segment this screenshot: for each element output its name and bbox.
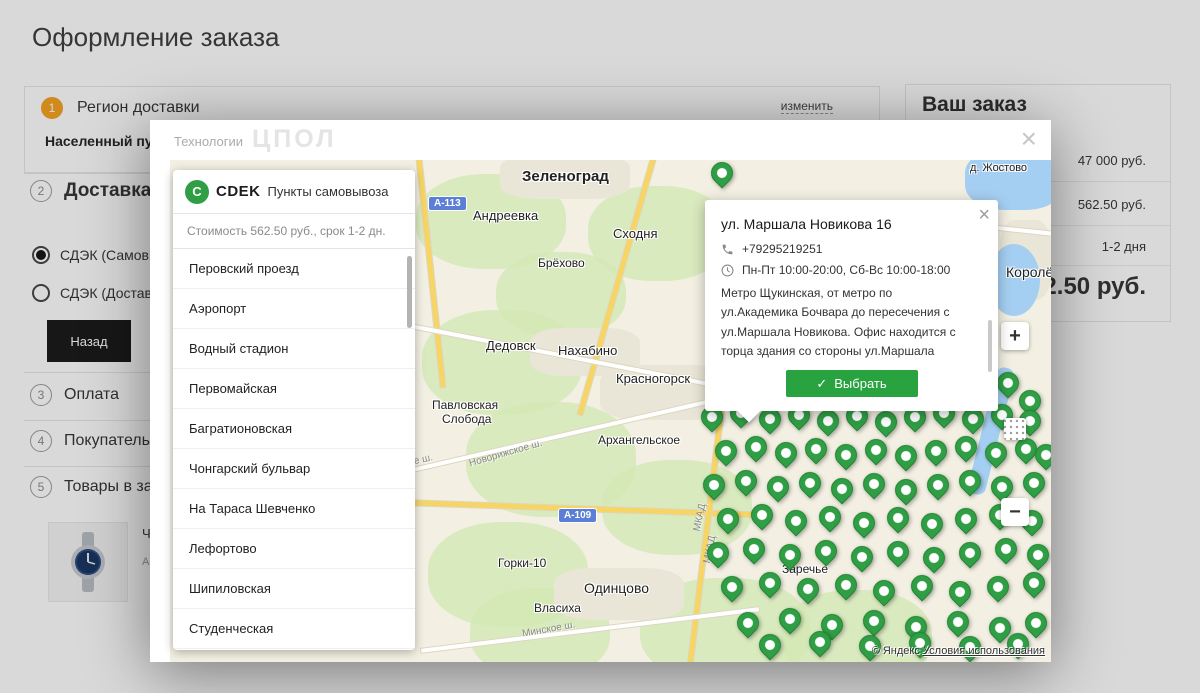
- pickup-panel-header: C CDEK Пункты самовывоза: [173, 170, 415, 214]
- pickup-list-item[interactable]: На Тараса Шевченко: [173, 489, 415, 529]
- pickup-list-item[interactable]: Первомайская: [173, 369, 415, 409]
- popup-hours: Пн-Пт 10:00-20:00, Сб-Вс 10:00-18:00: [742, 263, 950, 277]
- map-city-label: Нахабино: [558, 343, 617, 358]
- popup-phone-row: +79295219251: [721, 242, 982, 256]
- pickup-point-modal: Технологии ЦПОЛ ×: [150, 120, 1051, 662]
- map-city-label: Брёхово: [538, 256, 585, 270]
- pickup-pin[interactable]: [890, 474, 921, 505]
- pickup-pin[interactable]: [922, 469, 953, 500]
- map-city-label: Архангельское: [598, 433, 680, 447]
- pickup-list-scrollbar[interactable]: [407, 256, 412, 328]
- pickup-pin[interactable]: [1018, 567, 1049, 598]
- pickup-pin[interactable]: [890, 440, 921, 471]
- popup-close-button[interactable]: ×: [978, 204, 990, 227]
- pickup-pin[interactable]: [920, 435, 951, 466]
- pickup-pin[interactable]: [882, 536, 913, 567]
- pickup-pin[interactable]: [990, 533, 1021, 564]
- popup-phone: +79295219251: [742, 242, 822, 256]
- pickup-pin[interactable]: [800, 433, 831, 464]
- pickup-pin[interactable]: [870, 406, 901, 437]
- map-city-label: Слобода: [442, 412, 491, 426]
- pickup-pin[interactable]: [846, 541, 877, 572]
- pickup-pin[interactable]: [1018, 467, 1049, 498]
- pickup-pin[interactable]: [770, 437, 801, 468]
- phone-icon: [721, 243, 734, 256]
- road-number-badge: А-113: [428, 196, 467, 211]
- cdek-logo-icon: C: [185, 180, 209, 204]
- pickup-pin[interactable]: [814, 501, 845, 532]
- pickup-list-item[interactable]: Лефортово: [173, 529, 415, 569]
- pickup-list-item[interactable]: Багратионовская: [173, 409, 415, 449]
- modal-brand-logo: ЦПОЛ: [252, 125, 337, 154]
- checkout-page: Оформление заказа 1 Регион доставки изме…: [0, 0, 1200, 693]
- map-city-label: Павловская: [432, 398, 498, 412]
- pickup-pin[interactable]: [942, 606, 973, 637]
- pickup-panel-title: Пункты самовывоза: [268, 184, 389, 199]
- pickup-pin[interactable]: [982, 571, 1013, 602]
- popup-address: ул. Маршала Новикова 16: [721, 214, 931, 234]
- pickup-list-item[interactable]: Водный стадион: [173, 329, 415, 369]
- pickup-pin[interactable]: [738, 533, 769, 564]
- map-city-label: Дедовск: [486, 338, 536, 353]
- map-city-label: Зеленоград: [522, 168, 609, 185]
- pickup-pin[interactable]: [882, 502, 913, 533]
- popup-scrollbar[interactable]: [988, 320, 992, 372]
- pickup-cost-info: Стоимость 562.50 руб., срок 1-2 дн.: [173, 214, 415, 249]
- pickup-pin[interactable]: [906, 570, 937, 601]
- popup-description: Метро Щукинская, от метро по ул.Академик…: [721, 284, 971, 360]
- map-city-label: Сходня: [613, 226, 658, 241]
- pickup-pin[interactable]: [762, 471, 793, 502]
- map-tools-button[interactable]: [1004, 418, 1026, 440]
- map-terms-link[interactable]: Условия использования: [923, 645, 1045, 657]
- road-number-badge: А-109: [558, 508, 597, 523]
- modal-close-button[interactable]: ×: [1021, 122, 1037, 156]
- pickup-pin[interactable]: [858, 468, 889, 499]
- modal-header: Технологии ЦПОЛ ×: [150, 120, 1051, 160]
- pickup-pin[interactable]: [706, 160, 737, 189]
- map-city-label: д. Жостово: [970, 162, 1027, 174]
- pickup-pin[interactable]: [950, 503, 981, 534]
- pickup-pin[interactable]: [826, 473, 857, 504]
- map-city-label: Власиха: [534, 601, 581, 615]
- pickup-pin[interactable]: [848, 507, 879, 538]
- cdek-brand: CDEK: [216, 183, 261, 200]
- pickup-list-item[interactable]: Шипиловская: [173, 569, 415, 609]
- zoom-out-button[interactable]: −: [1001, 498, 1029, 526]
- pickup-list-item[interactable]: Студенческая: [173, 609, 415, 649]
- pickup-pin[interactable]: [1020, 607, 1051, 638]
- pickup-list-item[interactable]: Аэропорт: [173, 289, 415, 329]
- pickup-pin[interactable]: [1022, 539, 1051, 570]
- pickup-pin[interactable]: [740, 431, 771, 462]
- map-copyright-text: © Яндекс: [872, 645, 920, 657]
- zoom-in-button[interactable]: +: [1001, 322, 1029, 350]
- pickup-pin[interactable]: [954, 537, 985, 568]
- check-icon: ✓: [816, 376, 827, 392]
- pickup-pin[interactable]: [916, 508, 947, 539]
- map-city-label: Горки-10: [498, 556, 546, 570]
- map-city-label: Королёв: [1006, 264, 1051, 280]
- pickup-list-item[interactable]: Чонгарский бульвар: [173, 449, 415, 489]
- popup-hours-row: Пн-Пт 10:00-20:00, Сб-Вс 10:00-18:00: [721, 263, 982, 277]
- pickup-pin[interactable]: [944, 576, 975, 607]
- map-city-label: Одинцово: [584, 580, 649, 596]
- modal-brand-prefix: Технологии: [174, 134, 243, 149]
- select-pickup-button[interactable]: ✓ Выбрать: [786, 370, 918, 397]
- map-copyright: © Яндекс Условия использования: [872, 645, 1045, 657]
- map-city-label: Андреевка: [473, 208, 538, 223]
- pickup-pin[interactable]: [860, 434, 891, 465]
- clock-icon: [721, 264, 734, 277]
- pickup-list: Перовский проездАэропортВодный стадионПе…: [173, 249, 415, 649]
- pickup-pin[interactable]: [780, 505, 811, 536]
- pickup-panel: C CDEK Пункты самовывоза Стоимость 562.5…: [173, 170, 415, 650]
- pickup-pin[interactable]: [794, 467, 825, 498]
- pickup-list-item[interactable]: Перовский проезд: [173, 249, 415, 289]
- pickup-point-popup: × ул. Маршала Новикова 16 +79295219251 П…: [705, 200, 998, 411]
- map-city-label: Красногорск: [616, 371, 690, 386]
- pickup-pin[interactable]: [918, 542, 949, 573]
- pickup-pin[interactable]: [830, 439, 861, 470]
